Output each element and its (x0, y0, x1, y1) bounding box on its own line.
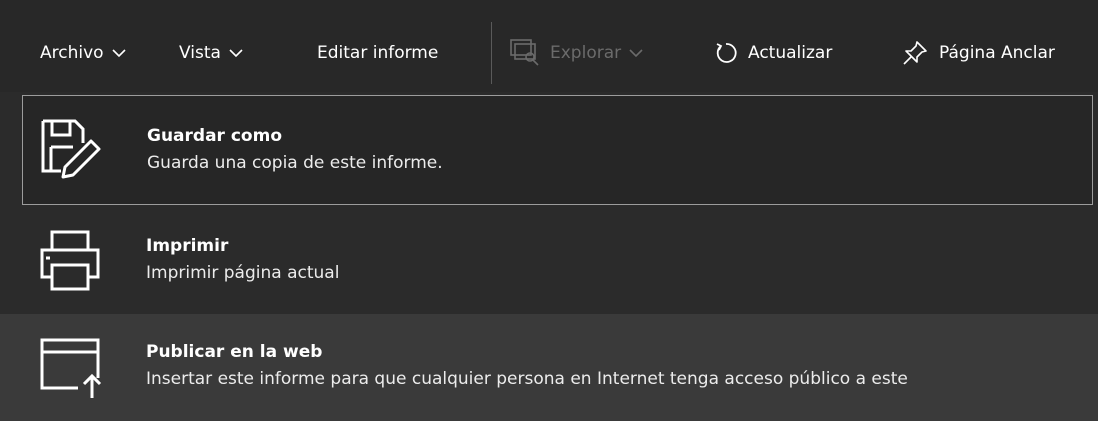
chevron-down-icon (111, 48, 126, 57)
explorar-menu-button[interactable]: Explorar (510, 34, 643, 72)
menu-item-publicar-web[interactable]: Publicar en la web Insertar este informe… (0, 314, 1098, 421)
chevron-down-icon (229, 48, 243, 57)
imprimir-desc: Imprimir página actual (146, 263, 340, 283)
actualizar-label: Actualizar (748, 43, 833, 63)
chevron-down-icon (629, 48, 643, 57)
imprimir-title: Imprimir (146, 236, 229, 256)
pin-icon (903, 41, 927, 65)
guardar-como-desc: Guarda una copia de este informe. (147, 153, 443, 173)
toolbar-divider (491, 22, 492, 84)
menu-item-guardar-como[interactable]: Guardar como Guarda una copia de este in… (22, 95, 1093, 205)
archivo-menu-button[interactable]: Archivo (40, 34, 126, 72)
publicar-web-title: Publicar en la web (146, 342, 323, 362)
publicar-web-desc: Insertar este informe para que cualquier… (146, 369, 908, 389)
menu-item-imprimir[interactable]: Imprimir Imprimir página actual (22, 205, 1093, 314)
refresh-icon (716, 43, 737, 63)
archivo-dropdown-menu: Guardar como Guarda una copia de este in… (0, 92, 1098, 421)
save-as-icon (41, 119, 101, 179)
anclar-pagina-button[interactable]: Página Anclar (902, 34, 1055, 72)
guardar-como-title: Guardar como (147, 126, 283, 146)
vista-menu-button[interactable]: Vista (179, 34, 243, 72)
explore-icon (510, 39, 539, 66)
vista-label: Vista (179, 43, 221, 63)
editar-label: Editar informe (317, 43, 439, 63)
actualizar-button[interactable]: Actualizar (714, 34, 832, 72)
editar-informe-button[interactable]: Editar informe (317, 34, 438, 72)
publish-web-icon (40, 338, 102, 398)
explorar-label: Explorar (550, 43, 622, 63)
printer-icon (40, 230, 100, 291)
top-toolbar: Archivo Vista Editar informe Explorar Ac… (0, 0, 1098, 92)
anclar-label: Página Anclar (939, 43, 1055, 63)
archivo-label: Archivo (40, 43, 104, 63)
